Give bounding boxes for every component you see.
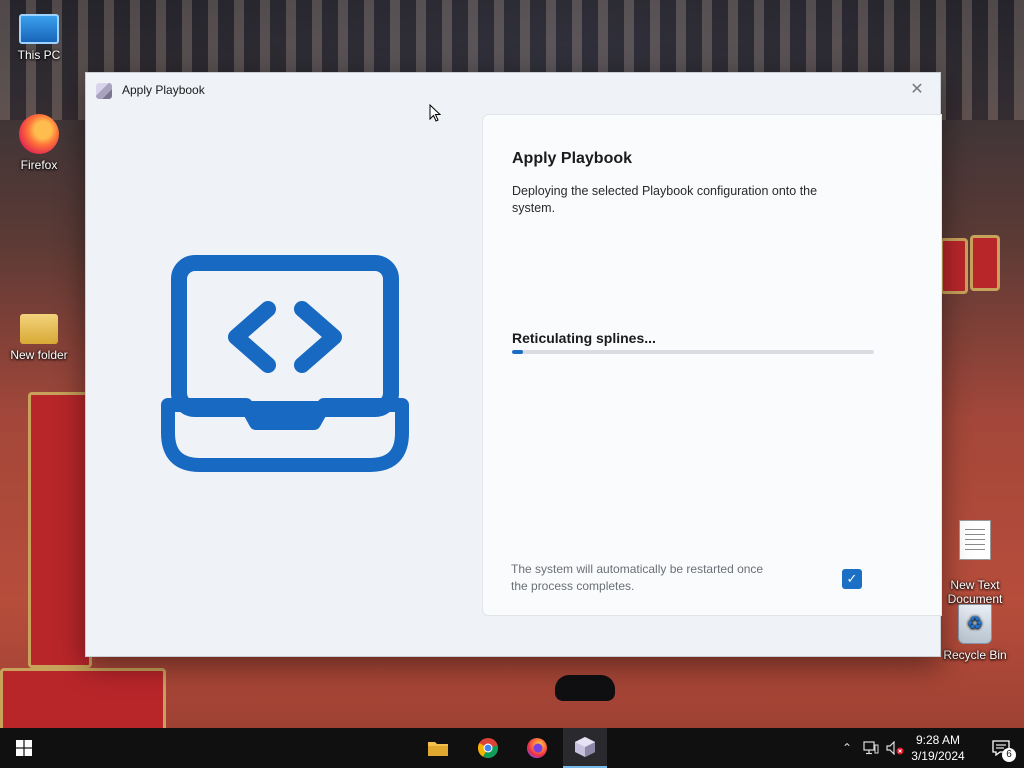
- this-pc-icon: [19, 14, 59, 44]
- start-button[interactable]: [0, 728, 48, 768]
- tray-network-button[interactable]: [860, 728, 882, 768]
- wallpaper-chair: [28, 392, 92, 668]
- playbook-app-icon: [96, 83, 112, 99]
- wallpaper-chair: [0, 668, 166, 734]
- text-document-icon: [959, 520, 991, 560]
- laptop-code-icon: [161, 255, 409, 472]
- taskbar-playbook-app[interactable]: [563, 728, 607, 768]
- recycle-bin-icon: [958, 604, 992, 644]
- checkmark-icon: ✓: [846, 571, 858, 586]
- panel-description: Deploying the selected Playbook configur…: [512, 184, 818, 215]
- desktop-icon-firefox[interactable]: Firefox: [1, 114, 77, 172]
- status-text: Reticulating splines...: [512, 330, 656, 346]
- wallpaper-chair: [970, 235, 1000, 291]
- window-titlebar[interactable]: Apply Playbook ✕: [86, 73, 940, 107]
- desktop-icon-label: This PC: [17, 48, 61, 62]
- wallpaper-shoe: [555, 675, 615, 701]
- network-icon: [863, 741, 879, 755]
- desktop-icon-label: New folder: [10, 348, 68, 362]
- firefox-icon: [19, 114, 59, 154]
- playbook-app-icon: [575, 737, 595, 757]
- desktop-icon-new-text-document[interactable]: New Text Document: [937, 506, 1013, 620]
- apply-playbook-window: Apply Playbook ✕ Apply Playbook Deployin…: [85, 72, 942, 657]
- taskbar-chrome[interactable]: [466, 728, 510, 768]
- progress-panel: Apply Playbook Deploying the selected Pl…: [482, 114, 942, 616]
- desktop-icon-new-folder[interactable]: New folder: [1, 308, 77, 362]
- mouse-cursor-icon: [429, 104, 441, 122]
- notification-center-button[interactable]: 6: [978, 728, 1024, 768]
- folder-icon: [20, 314, 58, 344]
- restart-checkbox[interactable]: ✓: [842, 569, 862, 589]
- restart-note: The system will automatically be restart…: [511, 562, 764, 593]
- firefox-icon: [527, 738, 547, 758]
- taskbar: ⌃ 9:28 AM 3/19/2024 6: [0, 728, 1024, 768]
- window-title: Apply Playbook: [122, 83, 205, 97]
- clock-date: 3/19/2024: [911, 749, 965, 763]
- notification-count-badge: 6: [1002, 748, 1016, 762]
- taskbar-firefox[interactable]: [515, 728, 559, 768]
- desktop-icon-label: Firefox: [20, 158, 58, 172]
- desktop-icon-label: Recycle Bin: [943, 648, 1007, 662]
- desktop-icon-recycle-bin[interactable]: Recycle Bin: [937, 604, 1013, 662]
- progress-bar: [512, 350, 874, 354]
- tray-overflow-button[interactable]: ⌃: [838, 728, 856, 768]
- file-explorer-icon: [428, 742, 448, 756]
- taskbar-clock[interactable]: 9:28 AM 3/19/2024: [900, 732, 976, 764]
- taskbar-file-explorer[interactable]: [416, 728, 460, 768]
- wallpaper-chair: [940, 238, 968, 294]
- chrome-icon: [478, 738, 499, 759]
- progress-bar-fill: [512, 350, 523, 354]
- chevron-up-icon: ⌃: [841, 741, 853, 755]
- desktop-icon-label: New Text Document: [947, 578, 1003, 606]
- windows-logo-icon: [16, 740, 32, 756]
- close-icon: ✕: [910, 81, 924, 98]
- desktop-icon-this-pc[interactable]: This PC: [1, 8, 77, 62]
- panel-heading: Apply Playbook: [512, 150, 633, 167]
- clock-time: 9:28 AM: [915, 733, 961, 747]
- close-button[interactable]: ✕: [894, 73, 940, 105]
